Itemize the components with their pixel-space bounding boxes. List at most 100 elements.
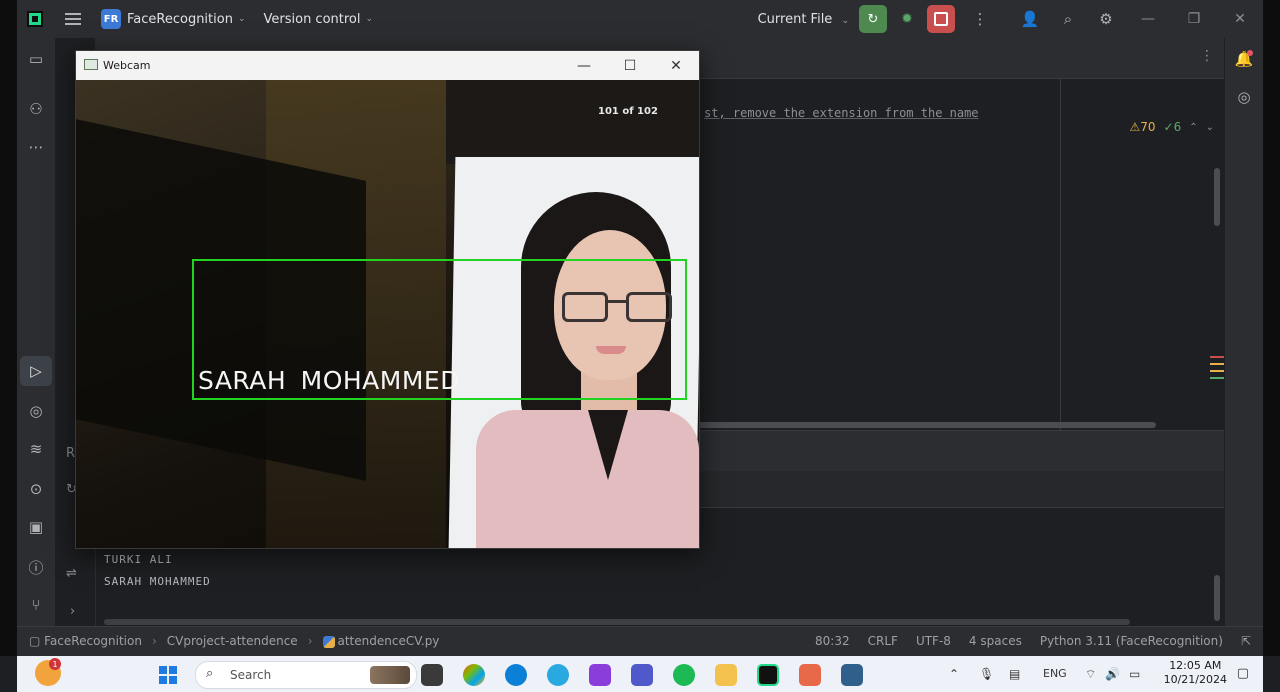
editor-vertical-scrollbar[interactable]: [1214, 168, 1220, 226]
breadcrumb-project[interactable]: ▢ FaceRecognition: [29, 634, 142, 648]
wifi-icon[interactable]: ⌔: [1085, 667, 1096, 682]
services-icon[interactable]: ⊙: [17, 474, 55, 504]
edge-icon[interactable]: [505, 664, 527, 686]
status-bar: ▢ FaceRecognition › CVproject-attendence…: [17, 626, 1263, 657]
structure-icon[interactable]: ⚇: [17, 94, 55, 124]
layers-icon[interactable]: ≋: [17, 434, 55, 464]
file-explorer-icon[interactable]: [715, 664, 737, 686]
ok-count: ✓6: [1163, 120, 1182, 134]
messenger-icon[interactable]: [547, 664, 569, 686]
python-packages-icon[interactable]: ◎: [17, 396, 55, 426]
notifications-icon[interactable]: 🔔: [1225, 44, 1263, 74]
main-menu-icon[interactable]: [65, 13, 81, 25]
chevron-down-icon[interactable]: ⌄: [1206, 122, 1214, 133]
stop-button[interactable]: [927, 5, 955, 33]
clock-time: 12:05 AM: [1169, 659, 1222, 672]
expand-chevron-icon[interactable]: ›: [70, 604, 75, 619]
clock-date: 10/21/2024: [1163, 673, 1227, 686]
input-language[interactable]: ENG: [1043, 667, 1067, 680]
line-separator[interactable]: CRLF: [868, 634, 898, 648]
console-vertical-scrollbar[interactable]: [1214, 575, 1220, 621]
webcam-maximize-button[interactable]: ☐: [607, 55, 653, 77]
project-name: FaceRecognition: [127, 11, 233, 27]
bug-icon: ✹: [901, 11, 913, 27]
windows-taskbar: 1 ⌕ Search ⌃ 🎙 ▤ ENG ⌔ 🔊 ▭ 12:05 AM 10/2…: [17, 656, 1263, 692]
tray-chevron-icon[interactable]: ⌃: [949, 667, 959, 681]
webcam-window-title: Webcam: [103, 59, 151, 72]
battery-icon[interactable]: ▭: [1129, 667, 1140, 681]
terminal-icon[interactable]: ▣: [17, 512, 55, 542]
chevron-down-icon: ⌄: [237, 14, 246, 24]
version-control-label: Version control: [263, 11, 361, 27]
notification-center-icon[interactable]: ▢: [1237, 666, 1249, 681]
project-badge[interactable]: FR: [101, 9, 121, 29]
webcam-video-feed: 101 of 102 SARAH MOHAMMED: [76, 80, 699, 548]
settings-gear-icon[interactable]: ⚙: [1087, 0, 1125, 38]
run-panel-label-icon[interactable]: R: [66, 446, 75, 461]
run-config-selector[interactable]: Current File ⌄: [758, 12, 849, 27]
soft-wrap-icon[interactable]: ⇌: [66, 566, 77, 581]
add-user-icon[interactable]: 👤: [1011, 0, 1049, 38]
python-interpreter[interactable]: Python 3.11 (FaceRecognition): [1040, 634, 1223, 648]
chevron-right-icon: ›: [151, 634, 157, 648]
indent-setting[interactable]: 4 spaces: [969, 634, 1022, 648]
right-tool-strip: 🔔 ◎: [1225, 38, 1263, 626]
tray-app-icon[interactable]: ▤: [1009, 667, 1020, 681]
rerun-icon: ↻: [867, 11, 879, 27]
webcam-titlebar[interactable]: Webcam — ☐ ✕: [76, 51, 699, 80]
breadcrumb-file[interactable]: attendenceCV.py: [322, 634, 439, 648]
task-view-icon[interactable]: [421, 664, 443, 686]
pycharm-logo-icon: [27, 11, 43, 27]
more-actions-icon[interactable]: ⋮: [961, 0, 999, 38]
webcam-minimize-button[interactable]: —: [561, 55, 607, 77]
clock[interactable]: 12:05 AM 10/21/2024: [1164, 659, 1227, 687]
code-comment-line[interactable]: st, remove the extension from the name: [704, 106, 979, 120]
search-icon: ⌕: [206, 666, 214, 681]
snipping-tool-icon[interactable]: [799, 664, 821, 686]
volume-icon[interactable]: 🔊: [1105, 667, 1120, 681]
project-switcher[interactable]: FaceRecognition ⌄: [127, 0, 246, 38]
python-file-icon: [322, 635, 335, 648]
photo-counter: 101 of 102: [598, 106, 658, 117]
git-icon[interactable]: ⑂: [17, 590, 55, 620]
recognized-name-label: SARAH MOHAMMED: [198, 366, 460, 395]
tab-options-icon[interactable]: ⋮: [1200, 48, 1214, 64]
search-label: Search: [230, 668, 272, 682]
restore-button[interactable]: ❐: [1171, 0, 1217, 38]
inspections-widget[interactable]: ⚠70 ✓6 ⌃ ⌄: [1129, 120, 1214, 134]
editor-horizontal-scrollbar[interactable]: [696, 422, 1156, 428]
webcam-close-button[interactable]: ✕: [653, 55, 699, 77]
copilot-icon[interactable]: [463, 664, 485, 686]
caret-position[interactable]: 80:32: [815, 634, 850, 648]
teams-icon[interactable]: [631, 664, 653, 686]
ai-assistant-icon[interactable]: ◎: [1225, 82, 1263, 112]
window-app-icon: [84, 59, 98, 70]
chevron-down-icon: ⌄: [841, 15, 849, 26]
rerun-button[interactable]: ↻: [859, 5, 887, 33]
spotify-icon[interactable]: [673, 664, 695, 686]
webcam-window: Webcam — ☐ ✕ 101 of 102 SARAH MOHAMMED: [75, 50, 700, 549]
microphone-icon[interactable]: 🎙: [979, 667, 994, 681]
search-highlight-image: [370, 666, 410, 684]
project-folder-icon[interactable]: ▭: [17, 44, 55, 74]
close-button[interactable]: ✕: [1217, 0, 1263, 38]
console-horizontal-scrollbar[interactable]: [104, 619, 1130, 625]
run-tool-icon[interactable]: ▷: [20, 356, 52, 386]
chevron-up-icon[interactable]: ⌃: [1189, 122, 1197, 133]
webcam-app-icon[interactable]: [841, 664, 863, 686]
lock-icon[interactable]: ⇱: [1241, 634, 1251, 648]
problems-icon[interactable]: ⓘ: [17, 552, 55, 582]
clipchamp-icon[interactable]: [589, 664, 611, 686]
minimize-button[interactable]: —: [1125, 0, 1171, 38]
taskbar-search[interactable]: ⌕ Search: [195, 661, 417, 689]
file-encoding[interactable]: UTF-8: [916, 634, 951, 648]
pycharm-taskbar-icon[interactable]: [757, 664, 779, 686]
start-button-icon[interactable]: [159, 666, 177, 684]
search-icon[interactable]: ⌕: [1049, 0, 1087, 38]
console-output-line: SARAH MOHAMMED: [104, 575, 211, 588]
breadcrumb-folder[interactable]: CVproject-attendence: [167, 634, 298, 648]
version-control-menu[interactable]: Version control ⌄: [264, 0, 374, 38]
error-stripe-marks: [1210, 356, 1224, 384]
debug-button[interactable]: ✹: [893, 5, 921, 33]
more-tools-icon[interactable]: ⋯: [17, 132, 55, 162]
